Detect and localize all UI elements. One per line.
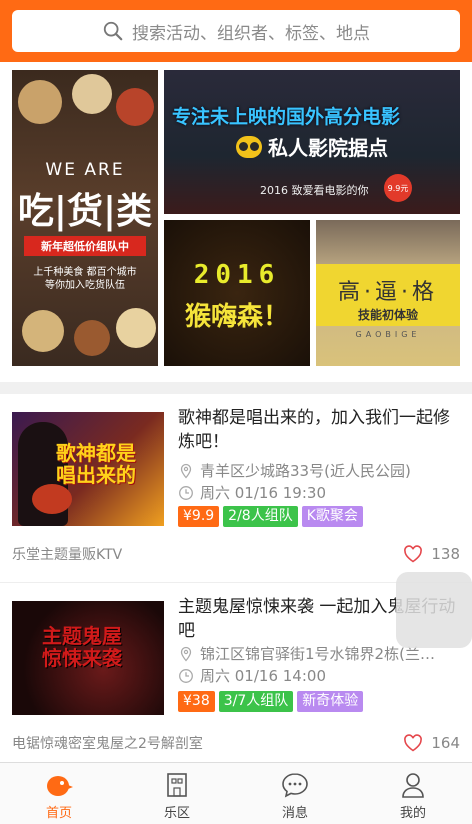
top-bar: 搜索活动、组织者、标签、地点 [0,0,472,62]
banner-2016-year: 2016 [193,260,281,290]
tab-profile-label: 我的 [399,806,426,821]
activity-address-text: 青羊区少城路33号(近人民公园) [200,462,411,480]
location-pin-icon [180,463,192,478]
search-icon [103,21,123,41]
activity-tags: ¥9.9 2/8人组队 K歌聚会 [178,506,363,527]
heart-icon [404,545,423,563]
banner-skill-foot: GAOBIGE [355,330,421,339]
venue-name[interactable]: 电锯惊魂密室鬼屋之2号解剖室 [12,733,203,753]
activity-address: 青羊区少城路33号(近人民公园) [178,460,462,481]
banner-food-title: 吃|货|类 [17,190,153,232]
tab-profile[interactable]: 我的 [354,763,472,824]
section-divider [0,382,472,394]
bottom-tab-bar: 首页 乐区 消息 我的 [0,762,472,824]
clock-icon [179,668,193,683]
activity-thumbnail: 主题鬼屋 惊悚来袭 [12,601,164,715]
dish-image [18,80,62,124]
banner-2016-title: 猴嗨森！ [184,302,289,332]
activity-footer: 乐堂主题量贩KTV 138 [12,544,460,564]
activity-time-text: 周六 01/16 14:00 [200,667,326,685]
category-tag: K歌聚会 [301,506,363,527]
dish-image [116,88,154,126]
activity-tags: ¥38 3/7人组队 新奇体验 [178,691,364,712]
banner-food-en: WE ARE [45,160,125,180]
dish-image [116,308,156,348]
dish-image [74,320,110,356]
film-reel-icon [236,135,262,158]
banner-movie-badge: 9.9元 [384,174,412,202]
price-tag: ¥38 [178,691,215,712]
banner-movie-logo: 私人影院据点 [236,132,388,161]
floating-assistive-button[interactable] [396,572,472,648]
guitar-shape [32,484,72,514]
banner-food-tagline: 新年超低价组队中 [24,236,146,256]
banner-skill-title: 高·逼·格 [338,280,438,305]
search-placeholder: 搜索活动、组织者、标签、地点 [132,23,370,44]
activity-thumbnail: 歌神都是 唱出来的 [12,412,164,526]
clock-icon [179,485,193,500]
like-button[interactable]: 164 [403,734,460,752]
home-bird-icon [47,776,73,796]
like-button[interactable]: 138 [403,545,460,563]
activity-title: 歌神都是唱出来的，加入我们一起修炼吧！ [178,408,450,452]
like-count: 138 [431,545,460,563]
team-tag: 2/8人组队 [223,506,298,527]
venue-name[interactable]: 乐堂主题量贩KTV [12,544,122,564]
building-icon [167,773,187,797]
chat-bubble-icon [282,773,308,798]
banner-food[interactable]: WE ARE 吃|货|类 新年超低价组队中 上千种美食 都百个城市 等你加入吃货… [12,70,158,366]
banner-food-desc: 上千种美食 都百个城市 等你加入吃货队伍 [33,267,137,291]
heart-icon [404,734,423,752]
activity-time: 周六 01/16 14:00 [178,665,462,686]
price-tag: ¥9.9 [178,506,220,527]
activity-time: 周六 01/16 19:30 [178,482,462,503]
person-icon [402,773,424,798]
banner-grid: WE ARE 吃|货|类 新年超低价组队中 上千种美食 都百个城市 等你加入吃货… [0,62,472,382]
activity-card[interactable]: 歌神都是 唱出来的 歌神都是唱出来的，加入我们一起修炼吧！ 青羊区少城路33号(… [0,394,472,580]
tab-home[interactable]: 首页 [0,763,118,824]
tab-messages[interactable]: 消息 [236,763,354,824]
banner-movie-logo-text: 私人影院据点 [268,136,388,160]
dish-image [72,74,112,114]
tab-zone[interactable]: 乐区 [118,763,236,824]
thumbnail-caption: 歌神都是 唱出来的 [56,441,136,487]
category-tag: 新奇体验 [297,691,364,712]
tab-zone-label: 乐区 [163,806,190,821]
activity-footer: 电锯惊魂密室鬼屋之2号解剖室 164 [12,733,460,753]
activity-address-text: 锦江区锦官驿街1号水锦界2栋(兰… [200,645,435,663]
search-box[interactable]: 搜索活动、组织者、标签、地点 [12,10,460,52]
banner-skill-sub: 技能初体验 [357,308,418,322]
thumbnail-caption: 主题鬼屋 惊悚来袭 [42,624,122,670]
tab-home-label: 首页 [45,806,72,821]
banner-skill[interactable]: 高·逼·格 技能初体验 GAOBIGE [316,220,460,366]
activity-time-text: 周六 01/16 19:30 [200,484,326,502]
team-tag: 3/7人组队 [218,691,294,712]
banner-movie-title: 专注未上映的国外高分电影 [172,106,401,128]
like-count: 164 [431,734,460,752]
tab-messages-label: 消息 [281,806,308,821]
location-pin-icon [180,646,192,661]
dish-image [22,310,64,352]
banner-2016[interactable]: 2016 猴嗨森！ [164,220,310,366]
banner-movie-sub: 2016 致爱看电影的你 [260,184,369,197]
banner-movie[interactable]: 专注未上映的国外高分电影 私人影院据点 2016 致爱看电影的你 9.9元 [164,70,460,214]
